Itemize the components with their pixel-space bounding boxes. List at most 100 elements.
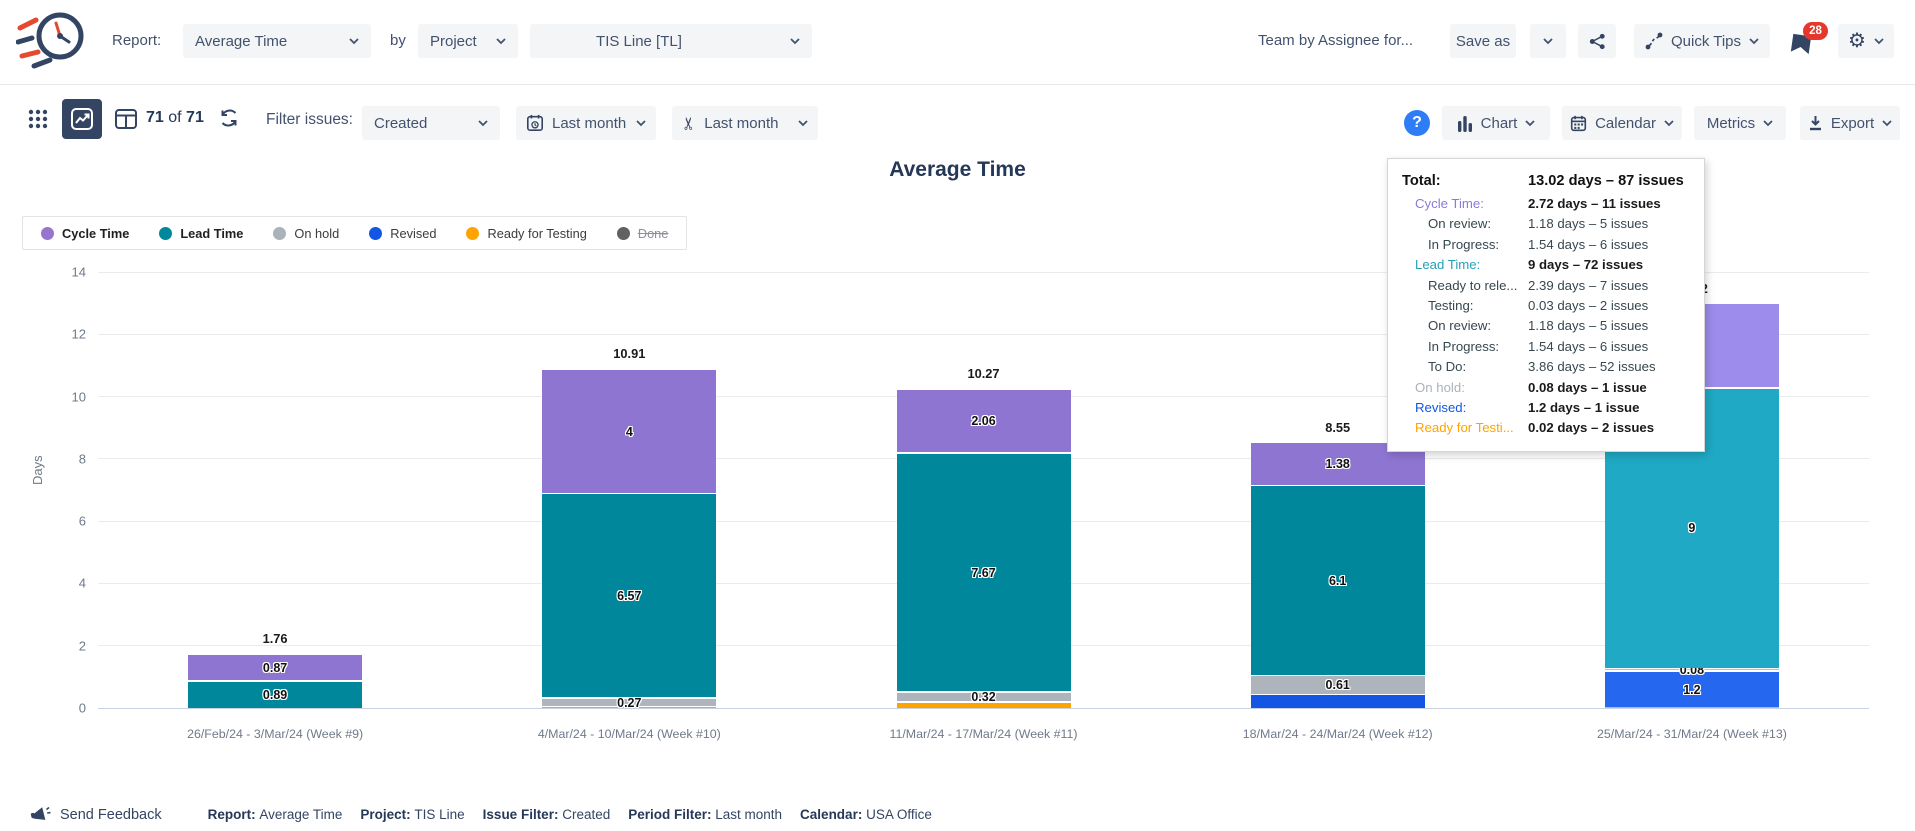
tooltip-row-value: 1.18 days – 5 issues xyxy=(1528,316,1690,336)
tooltip-row-label: On review: xyxy=(1402,214,1528,234)
scissors-icon: ✂ xyxy=(681,116,698,130)
bar-segment-value: 1.2 xyxy=(1605,683,1779,697)
calendar-button[interactable]: Calendar xyxy=(1562,106,1682,140)
tooltip-row-label: To Do: xyxy=(1402,357,1528,377)
dashboard-name: Team by Assignee for... xyxy=(1258,32,1428,49)
send-feedback-button[interactable]: Send Feedback xyxy=(30,805,162,825)
group-by-select[interactable]: Project xyxy=(418,24,518,58)
issue-filter-value: Created xyxy=(374,115,427,132)
report-label: Report: xyxy=(112,32,161,49)
legend-label: Done xyxy=(638,226,669,241)
app-header: Report: Average Time by Project TIS Line… xyxy=(0,0,1915,85)
legend-dot xyxy=(466,227,479,240)
legend-item[interactable]: Revised xyxy=(369,226,436,241)
metrics-button[interactable]: Metrics xyxy=(1694,106,1786,140)
notifications-button[interactable]: 28 xyxy=(1789,22,1829,64)
legend-item[interactable]: Cycle Time xyxy=(41,226,129,241)
tooltip-row-value: 0.08 days – 1 issue xyxy=(1528,378,1690,398)
chart-legend: Cycle Time Lead Time On hold Revised Ready f… xyxy=(22,216,687,250)
legend-item[interactable]: On hold xyxy=(273,226,339,241)
chart-type-button[interactable]: Chart xyxy=(1442,106,1550,140)
by-label: by xyxy=(390,32,406,49)
y-tick-label: 14 xyxy=(52,265,86,280)
period-filter-value: Last month xyxy=(552,115,626,132)
tooltip-row-label: In Progress: xyxy=(1402,337,1528,357)
tooltip-row: In Progress:1.54 days – 6 issues xyxy=(1402,235,1690,255)
bar-segment-value: 9 xyxy=(1605,521,1779,535)
refresh-button[interactable] xyxy=(218,107,240,129)
refresh-icon xyxy=(218,107,240,129)
tooltip-row-value: 13.02 days – 87 issues xyxy=(1528,169,1690,194)
y-axis-label: Days xyxy=(30,455,45,485)
share-button[interactable] xyxy=(1578,24,1616,58)
export-button[interactable]: Export xyxy=(1800,106,1900,140)
y-tick-label: 12 xyxy=(52,327,86,342)
project-select-value: TIS Line [TL] xyxy=(596,33,682,50)
metrics-button-label: Metrics xyxy=(1707,115,1755,132)
x-axis-category-label: 11/Mar/24 - 17/Mar/24 (Week #11) xyxy=(806,727,1160,741)
footer-summary-item: Issue Filter: Created xyxy=(483,807,611,822)
tooltip-row-label: Ready to rele... xyxy=(1402,276,1528,296)
app-logo-icon[interactable] xyxy=(16,6,88,74)
tooltip-row-label: On hold: xyxy=(1402,378,1528,398)
y-tick-label: 6 xyxy=(52,514,86,529)
legend-item[interactable]: Ready for Testing xyxy=(466,226,586,241)
bar-segment-value: 0.32 xyxy=(897,690,1071,704)
chart-button-label: Chart xyxy=(1481,115,1518,132)
quick-tips-button[interactable]: Quick Tips xyxy=(1634,24,1770,58)
legend-label: On hold xyxy=(294,226,339,241)
help-button[interactable]: ? xyxy=(1404,110,1430,136)
bar-segment-value: 0.27 xyxy=(542,696,716,710)
report-select[interactable]: Average Time xyxy=(183,24,371,58)
tooltip-row-value: 3.86 days – 52 issues xyxy=(1528,357,1690,377)
legend-label: Lead Time xyxy=(180,226,243,241)
bar-segment-value: 4 xyxy=(542,425,716,439)
chevron-down-icon xyxy=(1543,36,1553,46)
tooltip-row: Cycle Time:2.72 days – 11 issues xyxy=(1402,194,1690,214)
tooltip-row-value: 0.03 days – 2 issues xyxy=(1528,296,1690,316)
chevron-down-icon xyxy=(790,36,800,46)
issue-filter-select[interactable]: Created xyxy=(362,106,500,140)
y-tick-label: 8 xyxy=(52,451,86,466)
tooltip-row-label: Testing: xyxy=(1402,296,1528,316)
board-view-button[interactable] xyxy=(106,99,146,139)
footer-summary-item: Period Filter: Last month xyxy=(628,807,782,822)
tooltip-row-value: 0.02 days – 2 issues xyxy=(1528,418,1690,438)
quick-tips-label: Quick Tips xyxy=(1671,33,1741,50)
grid-view-button[interactable] xyxy=(18,99,58,139)
legend-item[interactable]: Lead Time xyxy=(159,226,243,241)
calendar-icon xyxy=(1570,115,1587,132)
megaphone-icon xyxy=(30,805,52,825)
legend-label: Ready for Testing xyxy=(487,226,586,241)
tooltip-row: On hold:0.08 days – 1 issue xyxy=(1402,378,1690,398)
bar-segment-revised[interactable] xyxy=(1251,695,1425,708)
legend-label: Revised xyxy=(390,226,436,241)
tooltip-row-label: Ready for Testi... xyxy=(1402,418,1528,438)
footer-summary: Report: Average TimeProject: TIS LineIss… xyxy=(208,807,932,822)
legend-label: Cycle Time xyxy=(62,226,129,241)
period-filter-select[interactable]: Last month xyxy=(516,106,656,140)
tooltip-row: On review:1.18 days – 5 issues xyxy=(1402,214,1690,234)
legend-item[interactable]: Done xyxy=(617,226,669,241)
bar-segment-value: 0.61 xyxy=(1251,678,1425,692)
tooltip-row-label: Lead Time: xyxy=(1402,255,1528,275)
y-tick-label: 10 xyxy=(52,389,86,404)
grid-icon xyxy=(28,109,48,129)
tooltip-row-value: 1.54 days – 6 issues xyxy=(1528,337,1690,357)
chevron-down-icon xyxy=(478,118,488,128)
save-as-dropdown-button[interactable] xyxy=(1530,24,1566,58)
legend-dot xyxy=(273,227,286,240)
exclude-filter-select[interactable]: ✂ Last month xyxy=(672,106,818,140)
footer-summary-item: Calendar: USA Office xyxy=(800,807,932,822)
tooltip-row: Revised:1.2 days – 1 issue xyxy=(1402,398,1690,418)
footer-summary-item: Report: Average Time xyxy=(208,807,343,822)
save-as-button[interactable]: Save as xyxy=(1450,24,1516,58)
chevron-down-icon xyxy=(1882,118,1892,128)
tooltip-row: To Do:3.86 days – 52 issues xyxy=(1402,357,1690,377)
tooltip-row-label: Total: xyxy=(1402,169,1528,194)
chart-view-button[interactable] xyxy=(62,99,102,139)
chevron-down-icon xyxy=(1763,118,1773,128)
settings-button[interactable]: ⚙ xyxy=(1838,24,1894,58)
tooltip-row-value: 9 days – 72 issues xyxy=(1528,255,1690,275)
project-select[interactable]: TIS Line [TL] xyxy=(530,24,812,58)
